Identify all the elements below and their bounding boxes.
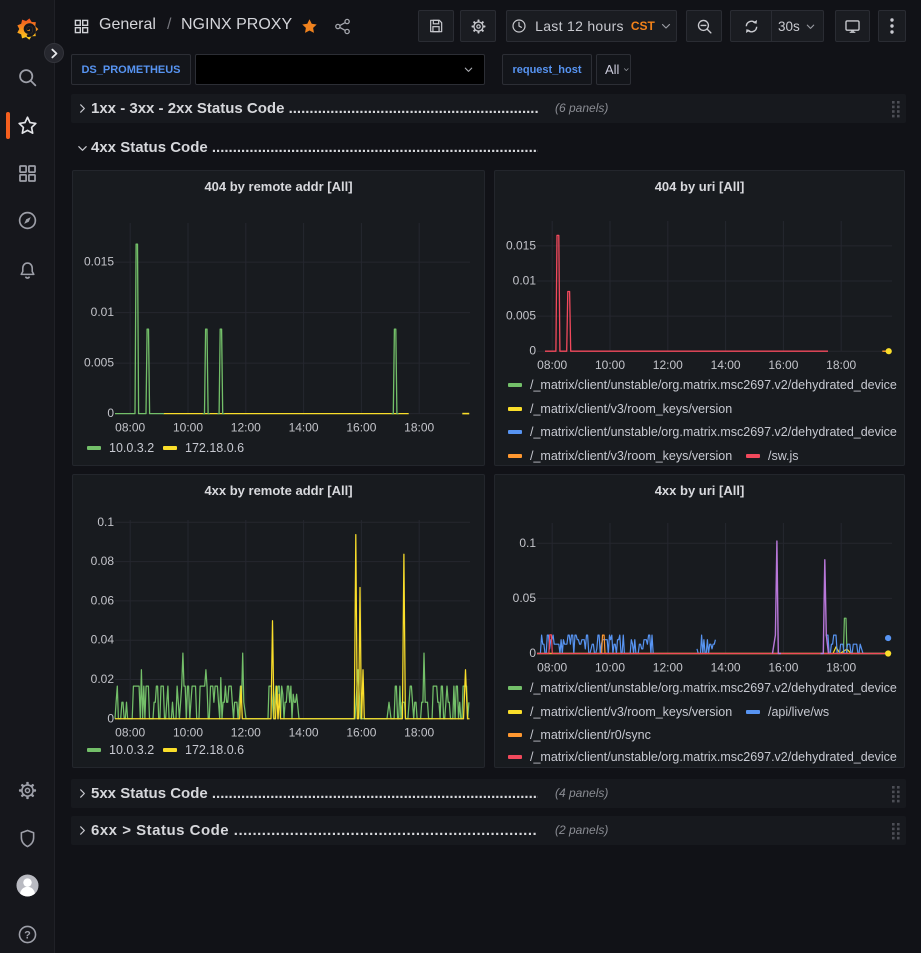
svg-text:0.04: 0.04 — [91, 633, 115, 647]
svg-text:08:00: 08:00 — [115, 421, 145, 435]
svg-text:16:00: 16:00 — [768, 358, 798, 372]
svg-text:08:00: 08:00 — [537, 358, 567, 372]
svg-text:0.015: 0.015 — [506, 238, 536, 252]
svg-text:16:00: 16:00 — [346, 421, 376, 435]
svg-text:0.01: 0.01 — [513, 274, 537, 288]
svg-text:12:00: 12:00 — [653, 661, 683, 675]
svg-text:14:00: 14:00 — [289, 726, 319, 740]
svg-text:0.1: 0.1 — [519, 536, 536, 550]
svg-text:16:00: 16:00 — [346, 726, 376, 740]
svg-text:18:00: 18:00 — [826, 358, 856, 372]
svg-text:0.005: 0.005 — [506, 309, 536, 323]
svg-text:14:00: 14:00 — [711, 661, 741, 675]
svg-text:12:00: 12:00 — [653, 358, 683, 372]
svg-text:08:00: 08:00 — [537, 661, 567, 675]
svg-text:08:00: 08:00 — [115, 726, 145, 740]
svg-text:0: 0 — [529, 646, 536, 660]
svg-text:?: ? — [24, 929, 31, 941]
svg-text:10:00: 10:00 — [595, 358, 625, 372]
svg-text:0.01: 0.01 — [91, 305, 115, 319]
svg-text:0.1: 0.1 — [97, 515, 114, 529]
svg-text:18:00: 18:00 — [404, 726, 434, 740]
svg-text:0.08: 0.08 — [91, 554, 115, 568]
svg-text:18:00: 18:00 — [404, 421, 434, 435]
svg-text:0.02: 0.02 — [91, 672, 115, 686]
svg-text:16:00: 16:00 — [768, 661, 798, 675]
svg-text:0.005: 0.005 — [84, 356, 114, 370]
svg-text:10:00: 10:00 — [173, 421, 203, 435]
svg-text:10:00: 10:00 — [595, 661, 625, 675]
svg-text:0.05: 0.05 — [513, 591, 537, 605]
svg-text:0: 0 — [107, 406, 114, 420]
svg-text:0: 0 — [529, 344, 536, 358]
svg-text:0: 0 — [107, 711, 114, 725]
svg-text:18:00: 18:00 — [826, 661, 856, 675]
svg-text:14:00: 14:00 — [711, 358, 741, 372]
svg-text:12:00: 12:00 — [231, 726, 261, 740]
svg-text:0.06: 0.06 — [91, 593, 115, 607]
svg-text:14:00: 14:00 — [289, 421, 319, 435]
svg-text:0.015: 0.015 — [84, 255, 114, 269]
svg-text:12:00: 12:00 — [231, 421, 261, 435]
svg-text:10:00: 10:00 — [173, 726, 203, 740]
